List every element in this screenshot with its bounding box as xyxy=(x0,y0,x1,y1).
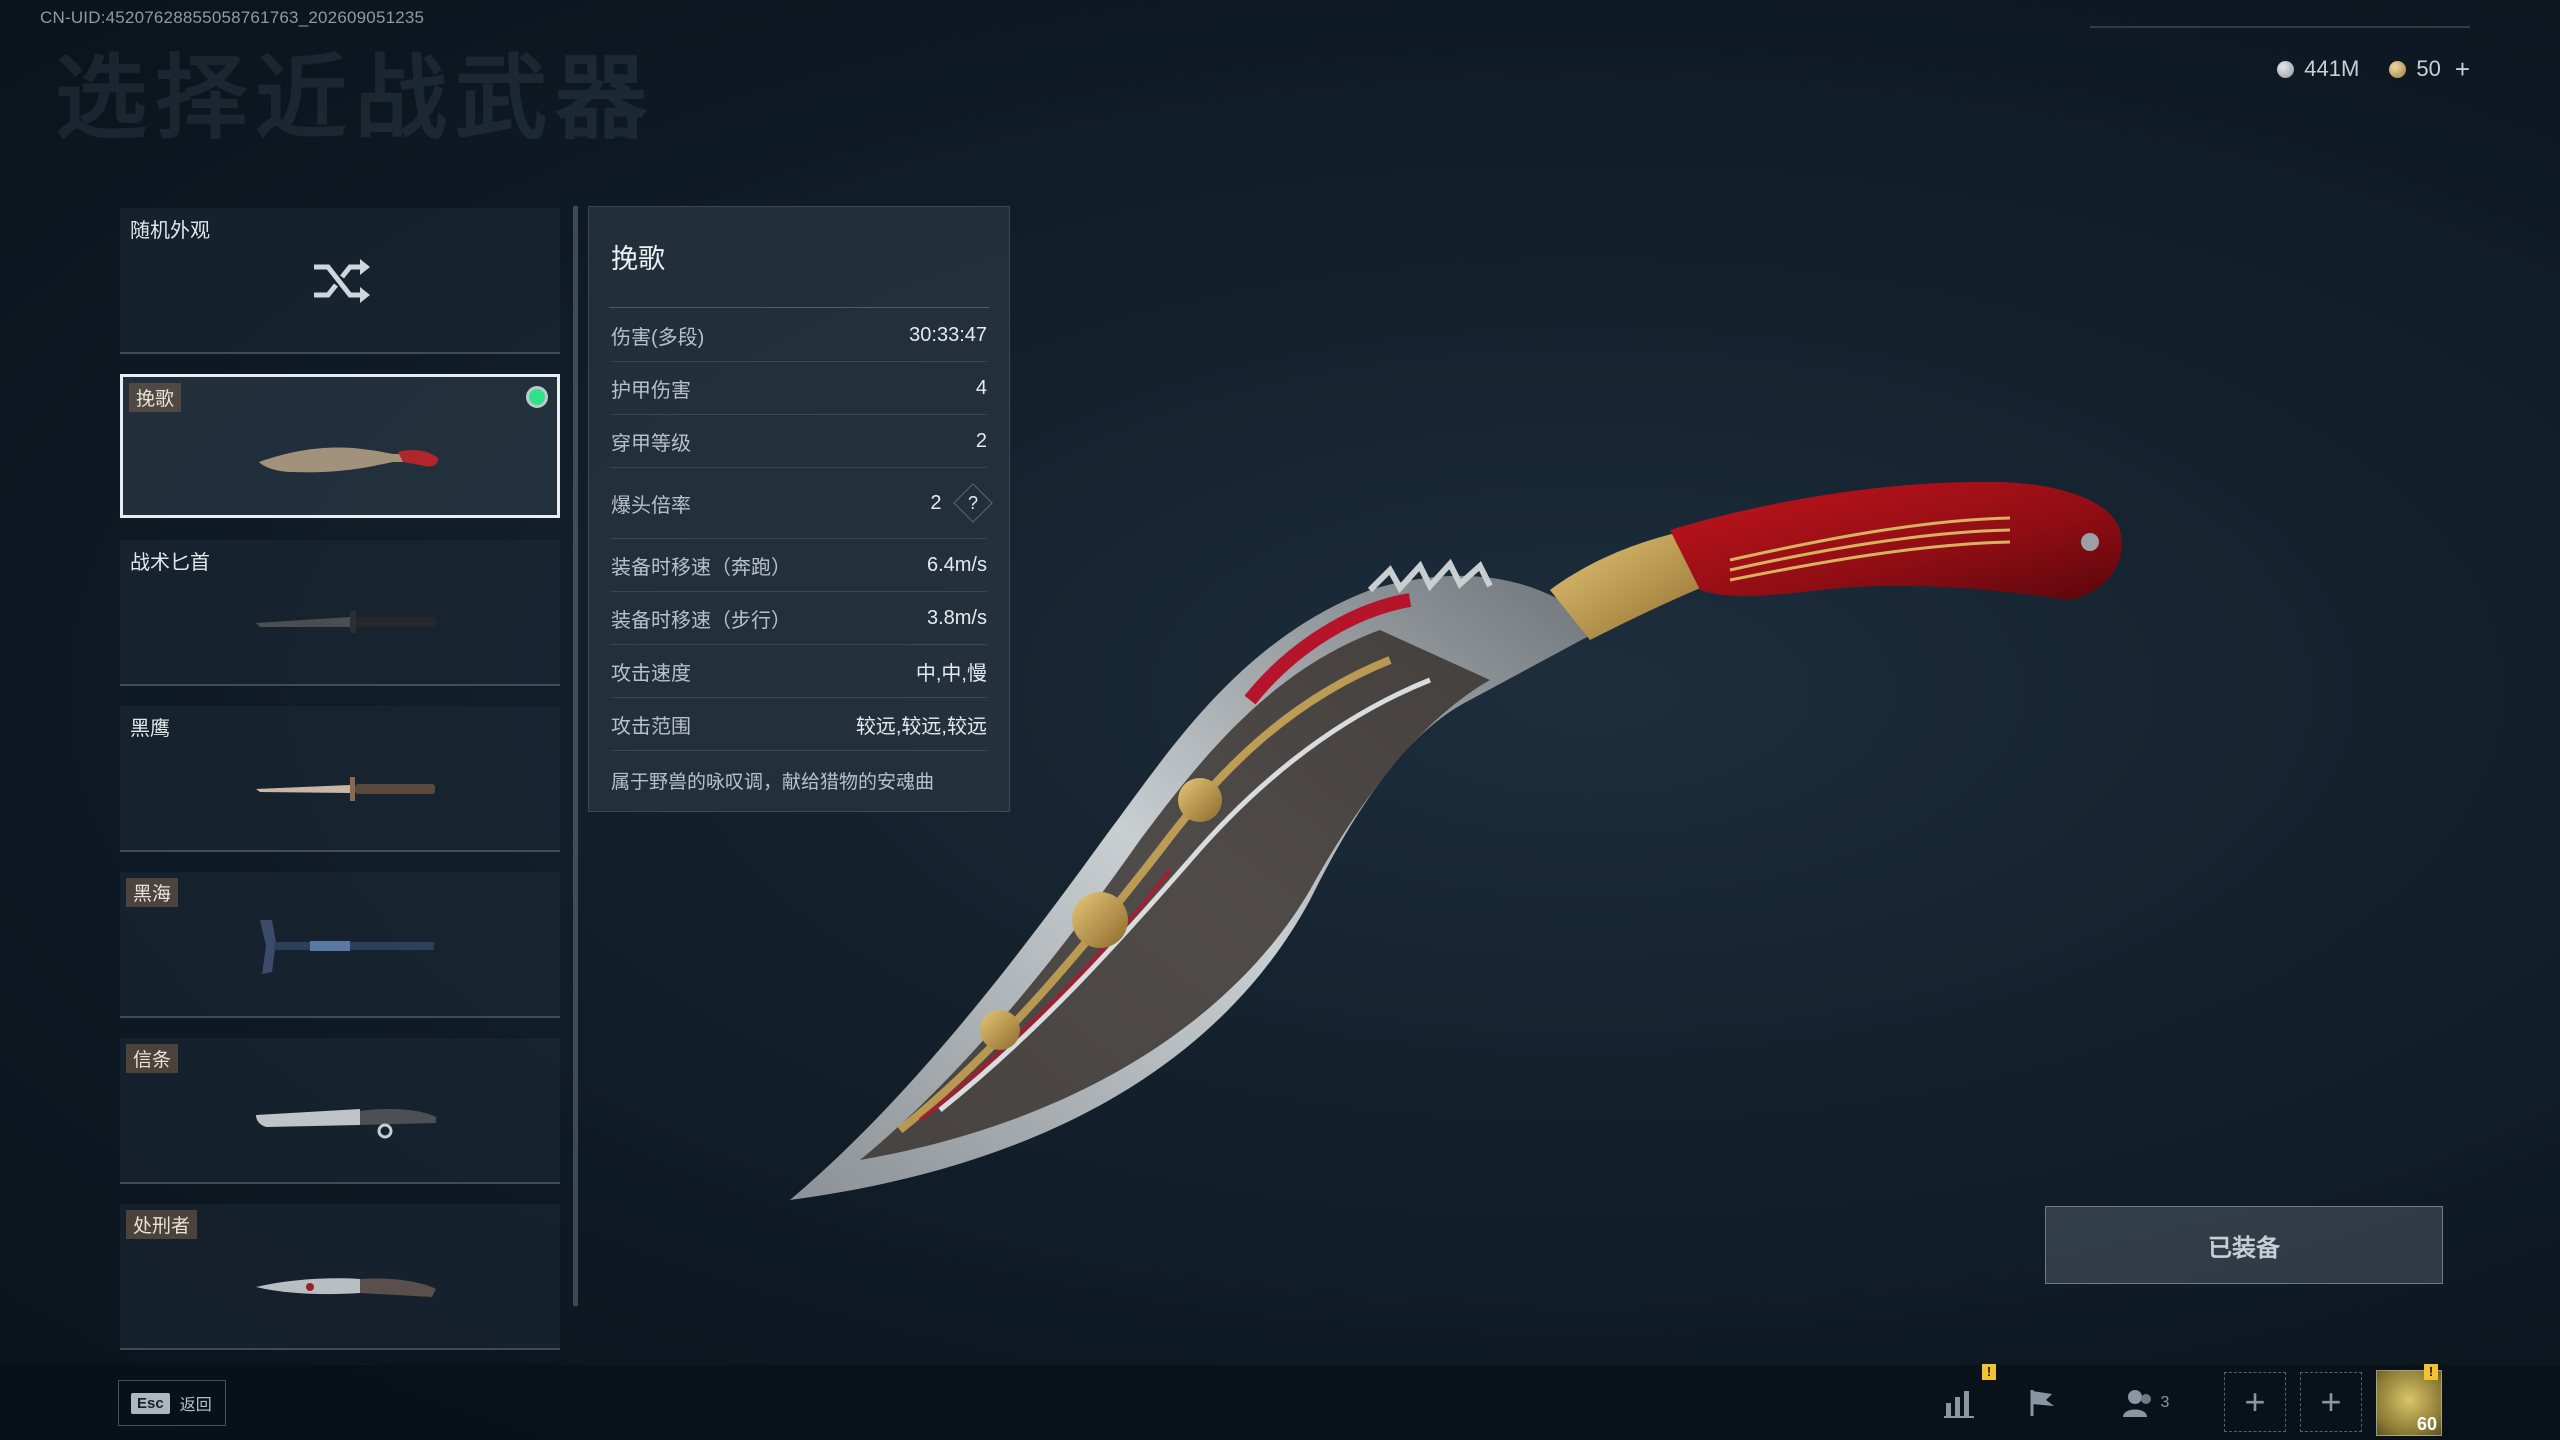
friends-count: 3 xyxy=(2160,1394,2170,1411)
knife-thumbnail xyxy=(256,1109,436,1139)
currency-divider xyxy=(2090,26,2470,28)
stat-label: 攻击速度 xyxy=(611,662,691,685)
flag-icon xyxy=(2030,1390,2054,1416)
page-title: 选择近战武器 xyxy=(55,48,656,150)
stat-label: 装备时移速（步行） xyxy=(611,609,791,632)
shuffle-icon xyxy=(310,253,374,322)
warning-badge-icon: ! xyxy=(1982,1364,1996,1380)
add-currency-button[interactable]: + xyxy=(2455,54,2470,85)
gold-coin-icon xyxy=(2389,60,2407,78)
list-scrollbar[interactable] xyxy=(573,206,578,1306)
weapon-label: 处刑者 xyxy=(126,1210,198,1239)
bar-chart-icon xyxy=(1944,1391,1974,1418)
weapon-card-tactical-dagger[interactable]: 战术匕首 xyxy=(120,540,560,686)
stat-label: 爆头倍率 xyxy=(611,494,691,517)
esc-key: Esc xyxy=(131,1392,170,1414)
squad-slot-add-button[interactable]: + xyxy=(2224,1372,2286,1432)
panel-divider xyxy=(609,307,989,308)
weapon-label: 挽歌 xyxy=(129,383,182,412)
silver-currency: 441M xyxy=(2277,56,2359,82)
axe-thumbnail xyxy=(260,920,434,974)
stat-label: 护甲伤害 xyxy=(611,379,691,402)
random-skin-label: 随机外观 xyxy=(130,220,210,242)
warning-badge-icon: ! xyxy=(2424,1364,2438,1380)
weapon-name: 挽歌 xyxy=(611,244,665,274)
people-icon xyxy=(2122,1390,2151,1417)
squad-slot-add-button[interactable]: + xyxy=(2300,1372,2362,1432)
equipped-indicator xyxy=(529,389,545,405)
plus-icon: + xyxy=(2244,1381,2266,1422)
stat-label: 装备时移速（奔跑） xyxy=(611,556,791,579)
knife-thumbnail xyxy=(256,611,436,633)
back-button[interactable]: Esc 返回 xyxy=(118,1380,226,1426)
stat-label: 攻击范围 xyxy=(611,715,691,738)
weapon-label: 黑鹰 xyxy=(130,718,170,740)
weapon-card-black-sea[interactable]: 黑海 xyxy=(120,872,560,1018)
currency-bar: 441M 50 + xyxy=(2090,26,2470,86)
weapon-label: 战术匕首 xyxy=(130,552,210,574)
player-level: 60 xyxy=(2416,1414,2437,1434)
weapon-card-executioner[interactable]: 处刑者 xyxy=(120,1204,560,1350)
gold-currency[interactable]: 50 + xyxy=(2389,54,2470,85)
stat-row: 穿甲等级 2 xyxy=(611,415,987,468)
stat-row: 护甲伤害 4 xyxy=(611,362,987,415)
knife-thumbnail xyxy=(256,1278,436,1297)
plus-icon: + xyxy=(2320,1381,2342,1422)
stats-button[interactable] xyxy=(1932,1378,1988,1428)
weapon-card-black-hawk[interactable]: 黑鹰 xyxy=(120,706,560,852)
stat-value: 4 xyxy=(975,376,987,399)
weapon-preview-image[interactable] xyxy=(770,470,2230,1220)
weapon-card-elegy[interactable]: 挽歌 xyxy=(120,374,560,518)
stat-label: 伤害(多段) xyxy=(611,326,705,349)
knife-thumbnail xyxy=(259,447,439,473)
weapon-label: 信条 xyxy=(126,1044,179,1073)
stat-value: 2 xyxy=(975,429,987,452)
weapon-card-creed[interactable]: 信条 xyxy=(120,1038,560,1184)
stat-label: 穿甲等级 xyxy=(611,432,691,455)
back-label: 返回 xyxy=(179,1397,212,1414)
silver-amount: 441M xyxy=(2304,56,2360,81)
equipped-button[interactable]: 已装备 xyxy=(2045,1206,2443,1284)
silver-coin-icon xyxy=(2277,60,2295,78)
gold-amount: 50 xyxy=(2416,56,2441,81)
weapon-label: 黑海 xyxy=(126,878,179,907)
knife-thumbnail xyxy=(256,777,435,801)
flag-button[interactable] xyxy=(2015,1378,2071,1428)
stat-value: 30:33:47 xyxy=(909,323,987,346)
stat-row: 伤害(多段) 30:33:47 xyxy=(611,309,987,362)
friends-button[interactable]: 3 xyxy=(2110,1378,2180,1428)
random-skin-card[interactable]: 随机外观 xyxy=(120,208,560,354)
